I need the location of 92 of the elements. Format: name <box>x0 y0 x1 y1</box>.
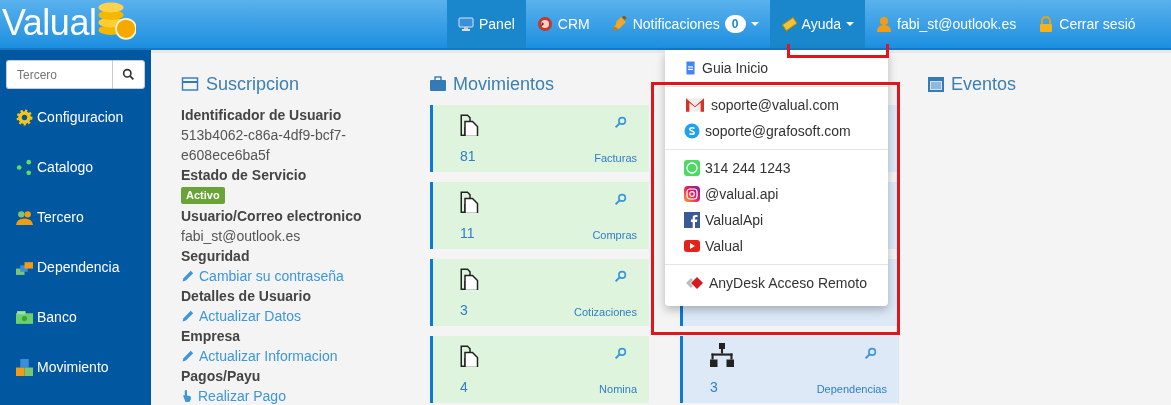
menu-item[interactable]: soporte@valual.com <box>665 92 888 118</box>
search-icon <box>122 68 135 81</box>
card-label: Facturas <box>594 152 637 166</box>
brand-logo[interactable]: Valual <box>2 3 97 43</box>
nav-item[interactable]: CRM <box>525 0 601 48</box>
card-count: 3 <box>460 302 469 320</box>
nav-item[interactable]: Panel <box>447 0 526 48</box>
menu-item[interactable]: AnyDesk Acceso Remoto <box>665 270 888 296</box>
card-label: Compras <box>592 229 637 243</box>
pencil-icon <box>181 269 194 283</box>
coins-icon <box>96 0 137 40</box>
summary-card[interactable]: 4 Nomina <box>430 336 649 403</box>
field-value: 513b4062-c86a-4df9-bcf7-e608ece6ba5f <box>181 126 347 165</box>
field-label: Detalles de Usuario <box>181 287 312 306</box>
section-title: Suscripcion <box>206 73 300 95</box>
nav-item[interactable]: Ayuda <box>769 0 865 48</box>
sidebar-item[interactable]: Configuracion <box>6 92 145 142</box>
card-count: 4 <box>460 379 469 397</box>
search-icon <box>614 270 627 283</box>
camera-icon <box>684 186 700 202</box>
menu-item[interactable]: Guia Inicio <box>665 55 888 81</box>
search-button[interactable] <box>112 60 145 89</box>
hand-icon <box>181 389 193 403</box>
document-icon <box>684 59 697 77</box>
documents-icon <box>460 266 480 290</box>
link[interactable]: Cambiar su contraseña <box>199 268 344 284</box>
search-icon <box>614 347 627 360</box>
pencil-icon <box>181 349 194 363</box>
sidebar-item[interactable]: Banco <box>6 292 145 342</box>
status-badge: Activo <box>181 187 225 204</box>
play-icon <box>684 238 700 254</box>
field-label: Identificador de Usuario <box>181 106 343 125</box>
link[interactable]: Realizar Pago <box>198 388 286 404</box>
nav-item[interactable]: Cerrar sesió <box>1027 0 1147 48</box>
sidebar-item[interactable]: Catalogo <box>6 142 145 192</box>
diamond-icon <box>684 275 704 291</box>
nav-item[interactable]: fabi_st@outlook.es <box>865 0 1028 48</box>
field-label: Seguridad <box>181 247 251 266</box>
field-label: Empresa <box>181 327 242 346</box>
card-label: Nomina <box>599 383 637 397</box>
sitemap-icon <box>710 343 734 367</box>
summary-card[interactable]: 3 Cotizaciones <box>430 259 649 326</box>
field-label: Usuario/Correo electronico <box>181 207 363 226</box>
sidebar-item[interactable]: Dependencia <box>6 242 145 292</box>
card-count: 3 <box>710 379 719 397</box>
count-badge: 0 <box>724 15 746 33</box>
phone-icon <box>536 16 553 32</box>
lock-icon <box>1038 16 1055 32</box>
people-icon <box>16 208 33 226</box>
facebook-icon <box>684 212 700 228</box>
section-title: Eventos <box>951 73 1017 95</box>
nav-item[interactable]: Notificaciones 0 <box>600 0 770 48</box>
mail-icon <box>684 96 706 114</box>
summary-card[interactable]: 3 Dependencias <box>680 336 899 403</box>
squares-icon <box>16 358 33 376</box>
link[interactable]: Actualizar Informacion <box>199 348 338 364</box>
monitor-icon <box>458 16 474 32</box>
calendar-icon <box>928 76 944 92</box>
search-field[interactable]: Tercero <box>6 60 112 89</box>
gear-icon <box>16 108 33 126</box>
chat-icon <box>684 160 700 176</box>
card-count: 11 <box>460 225 476 243</box>
search-icon <box>614 193 627 206</box>
sidebar-item[interactable]: Tercero <box>6 192 145 242</box>
search-icon <box>864 347 877 360</box>
link[interactable]: Actualizar Datos <box>199 308 301 324</box>
field-label: Estado de Servicio <box>181 166 308 185</box>
documents-icon <box>460 189 480 213</box>
menu-item[interactable]: @valual.api <box>665 181 888 207</box>
menu-item[interactable]: 314 244 1243 <box>665 155 888 181</box>
banknote-icon <box>16 308 33 326</box>
documents-icon <box>460 112 480 136</box>
summary-card[interactable]: 11 Compras <box>430 182 649 249</box>
summary-card[interactable]: 81 Facturas <box>430 105 649 172</box>
documents-icon <box>460 343 480 367</box>
field-label: Pagos/Payu <box>181 367 262 386</box>
menu-item[interactable]: ValualApi <box>665 207 888 233</box>
briefcase-icon <box>430 76 446 92</box>
user-icon <box>876 16 892 32</box>
field-value: fabi_st@outlook.es <box>181 227 302 246</box>
skype-icon <box>684 123 700 139</box>
share-nodes-icon <box>16 158 33 176</box>
sidebar-item[interactable]: Movimiento <box>6 342 145 392</box>
pencil-icon <box>181 309 194 323</box>
menu-item[interactable]: soporte@grafosoft.com <box>665 118 888 144</box>
search-icon <box>614 116 627 129</box>
menu-item[interactable]: Valual <box>665 233 888 259</box>
card-count: 81 <box>460 148 477 166</box>
card-label: Dependencias <box>816 383 887 397</box>
section-title: Movimientos <box>453 73 555 95</box>
card-label: Cotizaciones <box>574 306 637 320</box>
card-icon <box>181 76 199 92</box>
